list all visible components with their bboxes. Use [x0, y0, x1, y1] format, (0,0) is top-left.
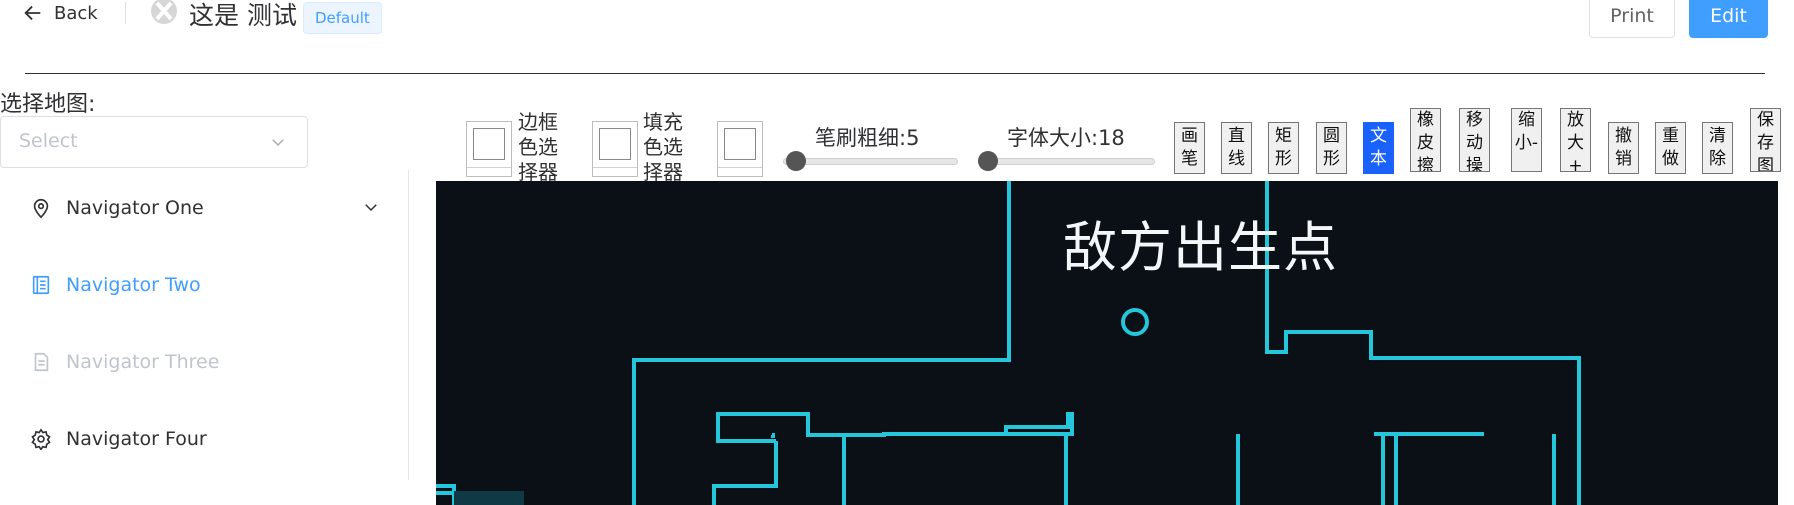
- sidebar-item-label: Navigator Four: [66, 428, 207, 450]
- zoom-out-button[interactable]: 缩小-: [1511, 108, 1542, 172]
- tool-eraser-button[interactable]: 橡皮擦: [1410, 108, 1441, 172]
- undo-button[interactable]: 撤销: [1608, 122, 1639, 174]
- border-color-label: 边框色选择器: [518, 110, 558, 184]
- border-color-picker[interactable]: [466, 121, 512, 177]
- chevron-down-icon[interactable]: [362, 198, 380, 216]
- tool-line-button[interactable]: 直线: [1221, 122, 1252, 174]
- gear-icon: [31, 428, 51, 450]
- print-button[interactable]: Print: [1589, 0, 1675, 38]
- tool-pen-button[interactable]: 画笔: [1174, 122, 1205, 174]
- menu-divider: [408, 170, 409, 480]
- status-tag: Default: [303, 2, 382, 34]
- redo-button[interactable]: 重做: [1655, 122, 1686, 174]
- font-size-thumb[interactable]: [978, 151, 998, 171]
- zoom-in-button[interactable]: 放大+: [1560, 108, 1591, 172]
- fill-color-picker[interactable]: [592, 121, 638, 177]
- map-select-placeholder: Select: [19, 130, 78, 152]
- header-divider: [125, 2, 126, 24]
- logo-icon: [151, 0, 177, 24]
- brush-size-slider[interactable]: [783, 158, 958, 165]
- font-size-label: 字体大小:18: [1007, 126, 1125, 150]
- chevron-down-icon: [272, 139, 284, 147]
- save-image-button[interactable]: 保存图片: [1750, 108, 1781, 172]
- fill-color-label: 填充色选择器: [643, 110, 683, 184]
- location-icon: [33, 198, 49, 219]
- tool-move-button[interactable]: 移动操作: [1459, 108, 1490, 172]
- sidebar-item-navigator-one[interactable]: Navigator One: [30, 188, 204, 228]
- drawing-canvas[interactable]: 敌方出生点: [436, 181, 1778, 505]
- tool-text-button[interactable]: 文本: [1363, 122, 1394, 174]
- page-title: 这是 测试: [189, 1, 297, 30]
- font-size-slider[interactable]: [978, 158, 1155, 165]
- color-swatch: [724, 128, 756, 160]
- fill-color-swatch: [599, 128, 631, 160]
- sidebar-item-label: Navigator Two: [66, 274, 201, 296]
- sidebar-item-navigator-two[interactable]: Navigator Two: [30, 265, 201, 305]
- sidebar-item-navigator-four[interactable]: Navigator Four: [30, 419, 207, 459]
- sidebar-item-label: Navigator Three: [66, 351, 220, 373]
- arrow-left-icon: [24, 5, 41, 21]
- brush-size-thumb[interactable]: [786, 151, 806, 171]
- sidebar-item-label: Navigator One: [66, 197, 204, 219]
- back-label: Back: [54, 2, 98, 24]
- edit-button[interactable]: Edit: [1689, 0, 1768, 38]
- map-select-label: 选择地图:: [0, 92, 96, 117]
- brush-size-label: 笔刷粗细:5: [815, 126, 920, 150]
- canvas-text-label: 敌方出生点: [1063, 216, 1338, 279]
- border-color-swatch: [473, 128, 505, 160]
- document-icon: [32, 275, 50, 295]
- header-rule: [25, 73, 1765, 74]
- back-button[interactable]: Back: [22, 0, 98, 26]
- file-icon: [34, 352, 49, 372]
- clear-button[interactable]: 清除: [1702, 122, 1733, 174]
- tool-rectangle-button[interactable]: 矩形: [1268, 122, 1299, 174]
- sidebar-item-navigator-three: Navigator Three: [30, 342, 219, 382]
- color-picker[interactable]: [717, 121, 763, 177]
- map-select[interactable]: Select: [0, 116, 308, 168]
- tool-circle-button[interactable]: 圆形: [1316, 122, 1347, 174]
